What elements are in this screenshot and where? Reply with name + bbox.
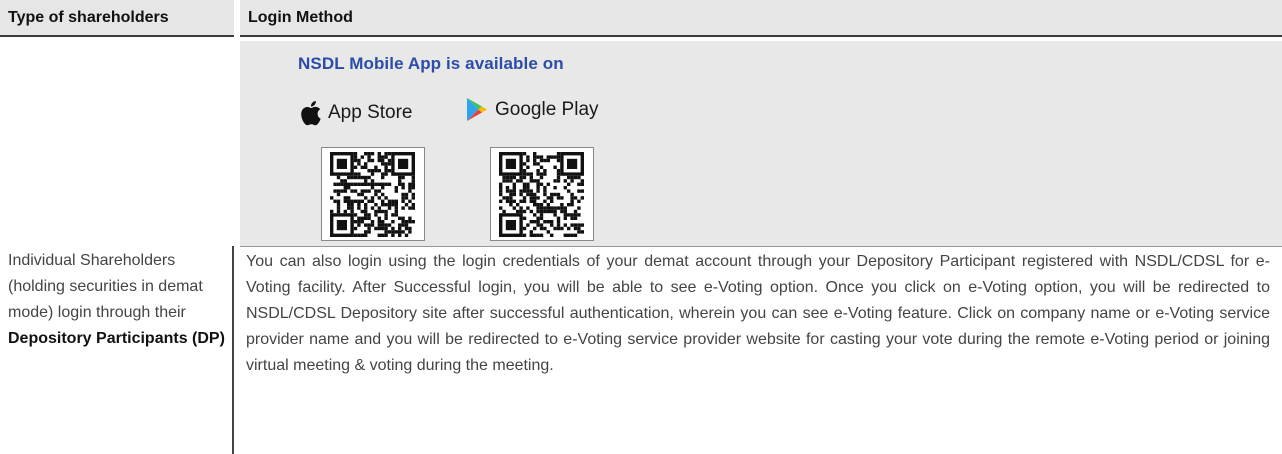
shareholder-login-table: Type of shareholders Login Method NSDL M… xyxy=(0,0,1282,454)
shareholder-type-cell: Individual Shareholders (holding securit… xyxy=(0,246,234,454)
google-play-label: Google Play xyxy=(495,99,599,120)
login-method-text: You can also login using the login crede… xyxy=(246,253,1270,374)
app-store-qr-code xyxy=(321,147,425,241)
apple-icon xyxy=(301,101,321,126)
nsdl-app-title: NSDL Mobile App is available on xyxy=(298,54,564,73)
google-play-qr-code xyxy=(490,147,594,241)
header-login-method: Login Method xyxy=(240,0,1282,37)
header-type-of-shareholders: Type of shareholders xyxy=(0,0,234,37)
shareholder-type-plain: Individual Shareholders (holding securit… xyxy=(8,252,203,321)
google-play-icon xyxy=(467,98,487,121)
app-store-label: App Store xyxy=(328,102,413,123)
login-method-cell: You can also login using the login crede… xyxy=(240,246,1282,454)
shareholder-type-text: Individual Shareholders (holding securit… xyxy=(0,246,232,352)
shareholder-type-bold: Depository Participants (DP) xyxy=(8,330,225,347)
app-store-badge[interactable]: App Store xyxy=(300,100,413,126)
google-play-badge[interactable]: Google Play xyxy=(465,97,599,123)
